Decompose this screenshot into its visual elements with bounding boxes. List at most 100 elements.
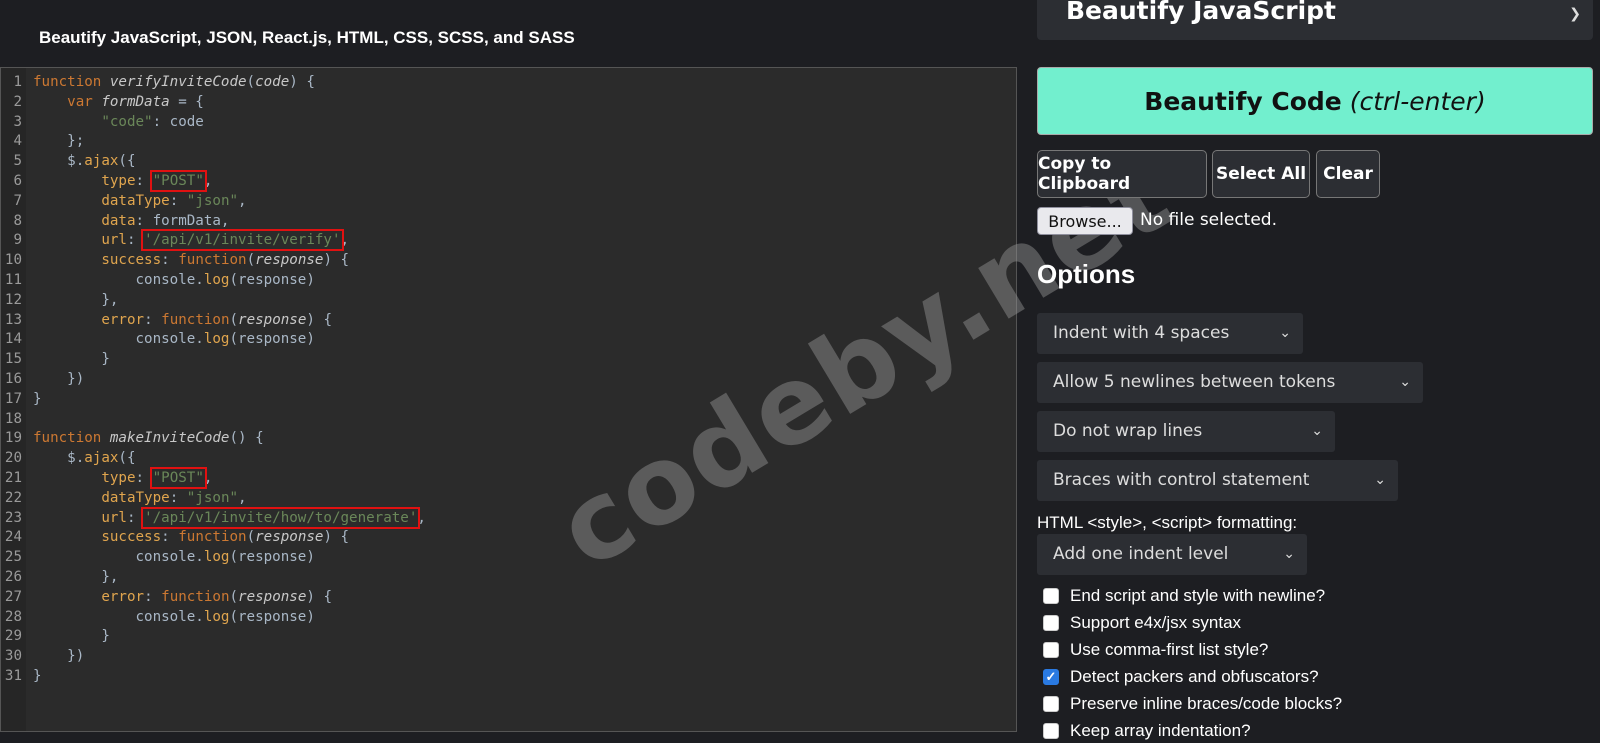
checkbox-unchecked[interactable] — [1043, 615, 1059, 631]
code-line: 29 } — [1, 627, 1016, 647]
option-checkbox-row[interactable]: End script and style with newline? — [1043, 584, 1325, 608]
code-line: 6 type: "POST", — [1, 169, 1016, 192]
line-number: 10 — [4, 252, 22, 269]
language-select[interactable]: Beautify JavaScript ❯ — [1037, 0, 1593, 40]
code-token: "json" — [186, 192, 239, 209]
chevron-down-icon: ⌄ — [1283, 546, 1295, 562]
newlines-select[interactable]: Allow 5 newlines between tokens ⌄ — [1037, 362, 1423, 403]
code-token: }; — [33, 133, 85, 150]
newlines-select-value: Allow 5 newlines between tokens — [1053, 372, 1336, 392]
code-token: $. — [33, 450, 85, 467]
code-token: code — [255, 74, 290, 90]
checkbox-label: Use comma-first list style? — [1070, 640, 1269, 659]
code-token: console. — [33, 608, 204, 625]
line-number: 24 — [4, 529, 22, 546]
line-number: 9 — [13, 232, 22, 249]
code-token: ( — [246, 74, 256, 90]
option-checkbox-row[interactable]: ✓ Detect packers and obfuscators? — [1043, 665, 1319, 689]
code-editor[interactable]: 1 function verifyInviteCode(code) {2 var … — [0, 67, 1017, 732]
beautify-shortcut-label: (ctrl-enter) — [1349, 86, 1486, 116]
checkbox-label: Detect packers and obfuscators? — [1070, 667, 1319, 686]
code-line: 13 error: function(response) { — [1, 311, 1016, 331]
beautify-button[interactable]: Beautify Code (ctrl-enter) — [1037, 67, 1593, 135]
code-token: } — [33, 390, 42, 407]
line-number: 12 — [4, 291, 22, 308]
code-line: 2 var formData = { — [1, 93, 1016, 113]
code-token: function — [33, 430, 110, 447]
code-token: ) { — [323, 529, 350, 546]
formatting-label: HTML <style>, <script> formatting: — [1037, 513, 1298, 532]
checkbox-unchecked[interactable] — [1043, 642, 1059, 658]
file-status-label: No file selected. — [1140, 210, 1277, 230]
checkbox-checked[interactable]: ✓ — [1043, 669, 1059, 685]
indent-select[interactable]: Indent with 4 spaces ⌄ — [1037, 313, 1303, 354]
line-number: 18 — [4, 410, 22, 427]
select-all-button[interactable]: Select All — [1212, 150, 1310, 198]
chevron-down-icon: ⌄ — [1374, 472, 1386, 488]
formatting-select-value: Add one indent level — [1053, 544, 1229, 564]
line-number: 29 — [4, 628, 22, 645]
line-number: 8 — [13, 212, 22, 229]
copy-to-clipboard-button[interactable]: Copy to Clipboard — [1037, 150, 1207, 198]
code-text: }) — [33, 647, 84, 667]
code-token: type — [101, 469, 136, 486]
option-checkbox-row[interactable]: Support e4x/jsx syntax — [1043, 611, 1241, 635]
code-text: console.log(response) — [33, 330, 314, 350]
code-text: $.ajax({ — [33, 449, 135, 469]
code-text: } — [33, 390, 42, 410]
chevron-down-icon: ⌄ — [1399, 374, 1411, 390]
code-text: type: "POST", — [33, 466, 212, 489]
clear-button[interactable]: Clear — [1316, 150, 1380, 198]
checkbox-label: Preserve inline braces/code blocks? — [1070, 694, 1343, 713]
code-lines[interactable]: 1 function verifyInviteCode(code) {2 var … — [1, 73, 1016, 687]
code-token: function — [178, 529, 247, 546]
chevron-down-icon: ⌄ — [1311, 423, 1323, 439]
browse-button[interactable]: Browse... — [1037, 207, 1133, 235]
code-token: dataType — [101, 192, 170, 209]
option-checkbox-row[interactable]: Keep array indentation? — [1043, 719, 1251, 743]
line-number: 14 — [4, 331, 22, 348]
code-token: ( — [229, 588, 239, 605]
code-token: : — [161, 529, 179, 546]
checkbox-unchecked[interactable] — [1043, 696, 1059, 712]
code-text: success: function(response) { — [33, 251, 349, 271]
line-number: 3 — [13, 113, 22, 130]
code-line: 25 console.log(response) — [1, 548, 1016, 568]
line-number: 22 — [4, 489, 22, 506]
language-select-label: Beautify JavaScript — [1066, 0, 1336, 25]
code-text: } — [33, 667, 42, 687]
highlighted-string: "POST" — [149, 466, 207, 489]
code-token: response — [255, 252, 324, 269]
code-token: ( — [246, 252, 256, 269]
indent-select-value: Indent with 4 spaces — [1053, 323, 1230, 343]
code-token: (response) — [229, 271, 315, 288]
option-checkbox-row[interactable]: Preserve inline braces/code blocks? — [1043, 692, 1342, 716]
code-token: : — [169, 192, 187, 209]
code-token: formData — [101, 93, 170, 110]
option-checkbox-row[interactable]: Use comma-first list style? — [1043, 638, 1268, 662]
code-text: }) — [33, 370, 84, 390]
code-token: console. — [33, 549, 204, 566]
code-line: 16 }) — [1, 370, 1016, 390]
line-number: 5 — [13, 153, 22, 170]
code-token: success — [101, 529, 162, 546]
checkbox-unchecked[interactable] — [1043, 588, 1059, 604]
line-number: 27 — [4, 588, 22, 605]
line-number: 11 — [4, 271, 22, 288]
code-text: console.log(response) — [33, 548, 314, 568]
code-text: error: function(response) { — [33, 311, 332, 331]
wrap-select[interactable]: Do not wrap lines ⌄ — [1037, 411, 1335, 452]
code-token: : — [161, 252, 179, 269]
formatting-select[interactable]: Add one indent level ⌄ — [1037, 534, 1307, 575]
braces-select[interactable]: Braces with control statement ⌄ — [1037, 460, 1398, 501]
code-token: data — [101, 212, 136, 229]
checkbox-label: Support e4x/jsx syntax — [1070, 613, 1242, 632]
line-number: 23 — [4, 509, 22, 526]
